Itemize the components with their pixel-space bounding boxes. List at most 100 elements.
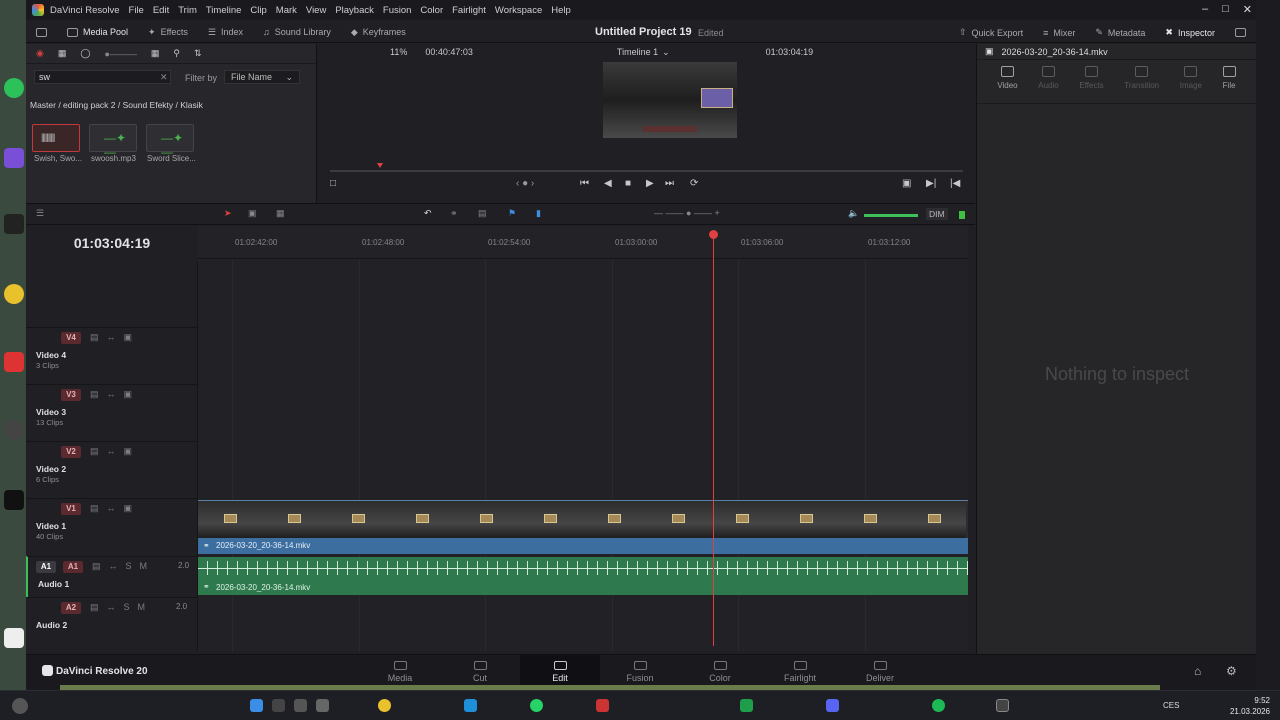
whatsapp-icon[interactable] [530, 699, 543, 712]
resolve-taskbar-icon[interactable] [996, 699, 1009, 712]
lock-icon[interactable]: ▤ [90, 503, 99, 514]
video-clip-thumbnails[interactable] [198, 500, 968, 538]
tab-transition[interactable]: Transition [1124, 66, 1159, 103]
explorer-icon[interactable] [316, 699, 329, 712]
keyboard-language[interactable]: CES [1163, 701, 1179, 710]
lock-icon[interactable]: ▤ [90, 332, 99, 343]
viewer-mode-icon[interactable]: □ [330, 178, 336, 189]
link-icon[interactable]: ⚭ [450, 208, 458, 219]
track-id[interactable]: V1 [61, 503, 81, 515]
pool-search-input[interactable]: sw [34, 70, 171, 84]
playhead-handle[interactable] [709, 230, 718, 239]
viewer-playhead[interactable] [377, 163, 383, 168]
marker-icon[interactable]: ▮ [536, 208, 541, 219]
volume-slider[interactable] [864, 214, 918, 217]
lock-icon[interactable]: ▤ [90, 389, 99, 400]
mixer-button[interactable]: ≡ Mixer [1033, 22, 1085, 43]
track-id[interactable]: V3 [61, 389, 81, 401]
menu-playback[interactable]: Playback [335, 5, 374, 16]
go-to-start-icon[interactable]: ⏮ [580, 178, 589, 189]
sort-order-icon[interactable]: ⇅ [194, 48, 202, 59]
tab-file[interactable]: File [1222, 66, 1236, 103]
task-view-icon[interactable] [294, 699, 307, 712]
track-id[interactable]: A2 [61, 602, 81, 614]
auto-select-icon[interactable]: ↔ [107, 389, 116, 400]
metadata-button[interactable]: ✎ Metadata [1085, 22, 1155, 43]
lock-icon[interactable]: ▤ [90, 446, 99, 457]
tab-video[interactable]: Video [997, 66, 1018, 103]
quick-export-button[interactable]: ⇧ Quick Export [949, 22, 1033, 43]
stop-icon[interactable]: ■ [625, 178, 631, 189]
viewer-frame[interactable] [603, 62, 737, 138]
track-id[interactable]: V2 [61, 446, 81, 458]
app-icon[interactable] [4, 148, 24, 168]
menu-trim[interactable]: Trim [178, 5, 197, 16]
effects-button[interactable]: ✦ Effects [138, 22, 198, 43]
crossout-icon[interactable] [4, 352, 24, 372]
menu-edit[interactable]: Edit [153, 5, 169, 16]
settings-icon[interactable]: ⚙ [1226, 664, 1237, 678]
menu-view[interactable]: View [306, 5, 326, 16]
zoom-slider[interactable]: — —— ● —— + [654, 208, 720, 218]
menu-fairlight[interactable]: Fairlight [452, 5, 486, 16]
solo-button[interactable]: S [126, 561, 132, 572]
pool-flag-icon[interactable]: ◉ [36, 48, 44, 59]
volume-icon[interactable]: 🔈 [848, 208, 859, 219]
tab-image[interactable]: Image [1180, 66, 1202, 103]
file-icon[interactable] [4, 628, 24, 648]
auto-select-icon[interactable]: ↔ [107, 602, 116, 613]
jog-icon[interactable]: ‹ ● › [516, 178, 534, 189]
source-patch[interactable]: A1 [36, 561, 56, 573]
mute-button[interactable]: M [140, 561, 148, 572]
audio-clip[interactable]: ⚭ 2026-03-20_20-36-14.mkv [198, 557, 968, 595]
chrome-icon[interactable] [378, 699, 391, 712]
loop-icon[interactable]: ⟳ [690, 178, 698, 189]
go-to-end-icon[interactable]: ⏭ [665, 178, 674, 189]
discord-icon[interactable] [826, 699, 839, 712]
edge-icon[interactable] [464, 699, 477, 712]
menu-timeline[interactable]: Timeline [206, 5, 242, 16]
maximize-icon[interactable]: □ [1222, 3, 1229, 16]
menu-workspace[interactable]: Workspace [495, 5, 542, 16]
grid-view-icon[interactable]: ▦ [151, 48, 160, 59]
disable-track-icon[interactable]: ▣ [124, 389, 133, 400]
audio-clip-swish[interactable]: |||||||||| [32, 124, 80, 152]
pool-search-icon[interactable]: ⚲ [173, 48, 180, 59]
solo-button[interactable]: S [124, 602, 130, 613]
auto-select-icon[interactable]: ↔ [107, 332, 116, 343]
search-icon[interactable] [272, 699, 285, 712]
roblox-studio-icon[interactable] [4, 490, 24, 510]
menu-fusion[interactable]: Fusion [383, 5, 412, 16]
index-button[interactable]: ☰ Index [198, 22, 253, 43]
epic-games-icon[interactable] [4, 214, 24, 234]
chevron-down-icon[interactable]: ⌄ [662, 47, 670, 58]
track-id[interactable]: A1 [63, 561, 83, 573]
flag-icon[interactable]: ⚑ [508, 208, 516, 219]
lock-icon[interactable]: ▤ [92, 561, 101, 572]
pool-list-icon[interactable]: ▦ [58, 48, 67, 59]
obs-icon[interactable] [4, 420, 24, 440]
audio-clip-swoosh[interactable]: —✦— [89, 124, 137, 159]
play-icon[interactable]: ▶ [646, 178, 654, 189]
filter-select[interactable]: File Name ⌄ [224, 70, 300, 84]
minimize-icon[interactable]: – [1202, 3, 1208, 16]
sound-library-button[interactable]: ♫ Sound Library [253, 22, 341, 43]
auto-select-icon[interactable]: ↔ [109, 561, 118, 572]
start-icon[interactable] [250, 699, 263, 712]
disable-track-icon[interactable]: ▣ [124, 503, 133, 514]
audio-clip-sword[interactable]: —✦— [146, 124, 194, 159]
track-id[interactable]: V4 [61, 332, 81, 344]
prev-edit-icon[interactable]: |◀ [950, 178, 960, 189]
disable-track-icon[interactable]: ▣ [124, 332, 133, 343]
lock-icon[interactable]: ▤ [478, 208, 487, 219]
breadcrumb[interactable]: Master / editing pack 2 / Sound Efekty /… [30, 100, 203, 110]
menu-mark[interactable]: Mark [276, 5, 297, 16]
chrome-icon[interactable] [4, 284, 24, 304]
widgets-icon[interactable] [12, 698, 28, 714]
blade-tool-icon[interactable]: ▦ [276, 208, 285, 219]
timeline-options-icon[interactable]: ☰ [36, 208, 44, 219]
zoom-level[interactable]: 11% [390, 47, 407, 57]
dim-button[interactable]: DIM [926, 208, 948, 220]
timeline-name[interactable]: Timeline 1 [617, 47, 658, 57]
disable-track-icon[interactable]: ▣ [124, 446, 133, 457]
